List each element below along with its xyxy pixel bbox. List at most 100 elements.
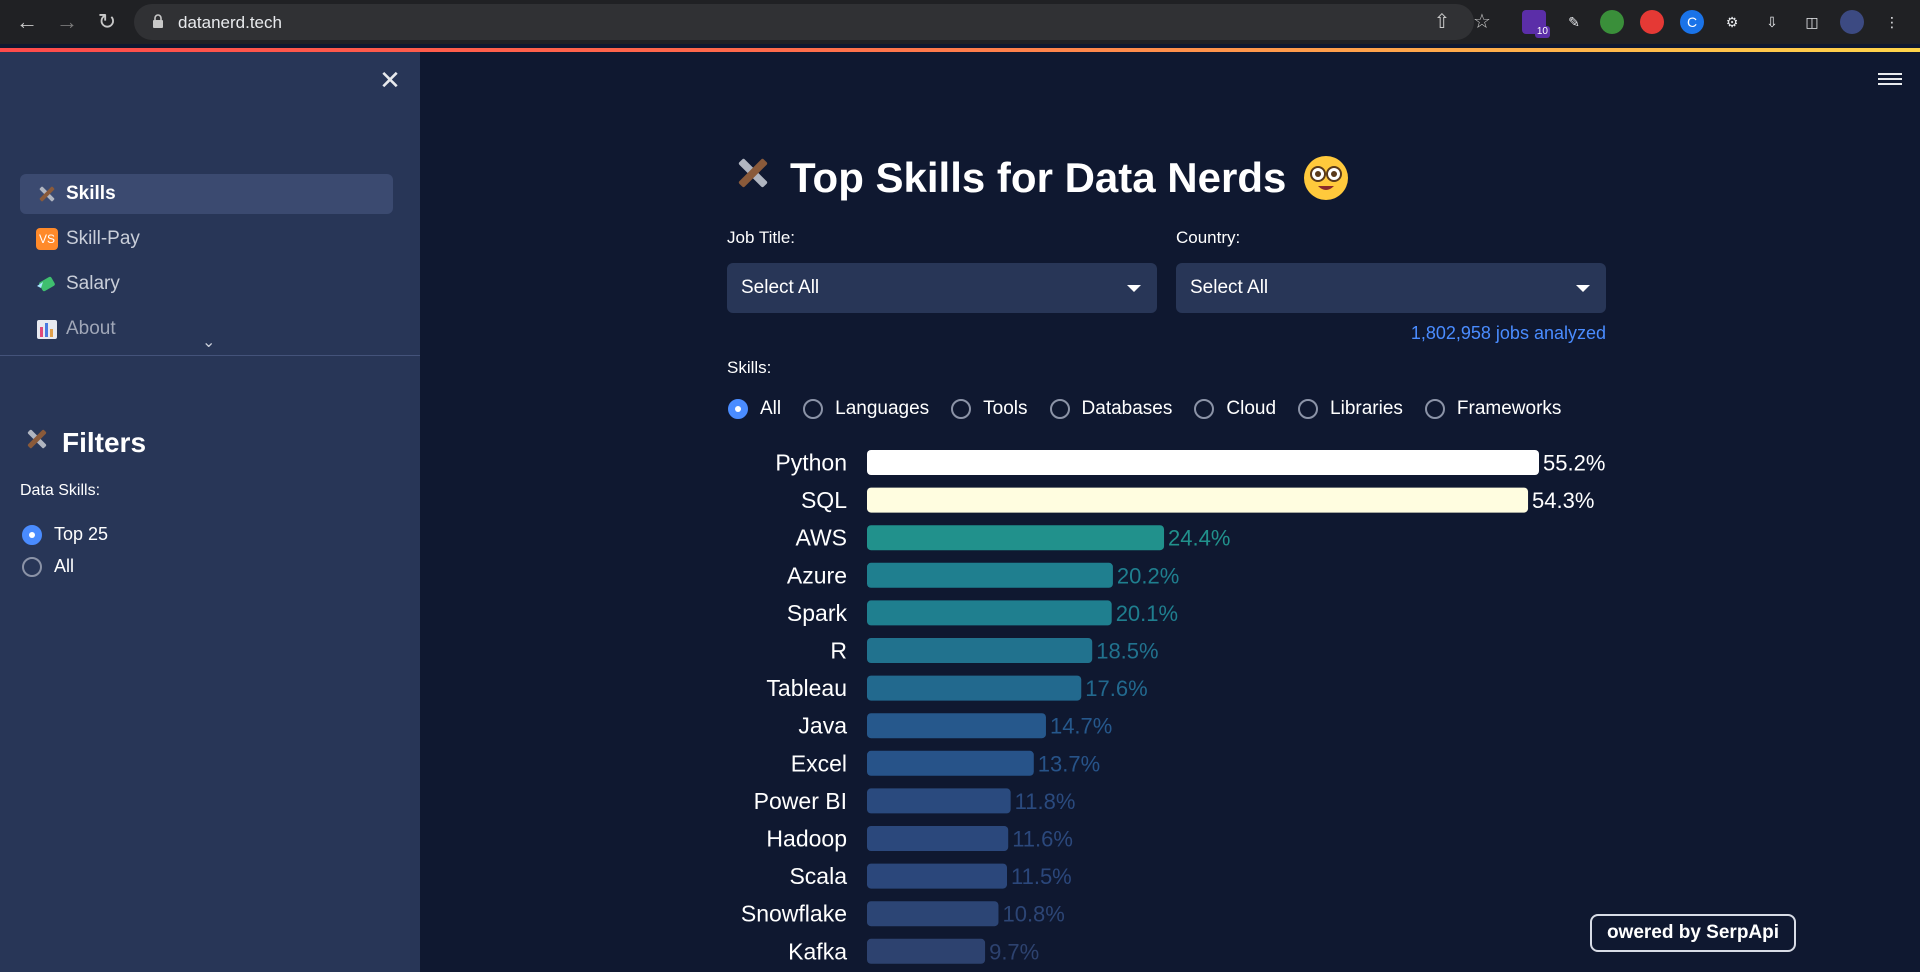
job-title-select[interactable]: Select All: [727, 263, 1157, 313]
sidebar-item-skills[interactable]: Skills: [20, 174, 393, 214]
kebab-menu-icon[interactable]: ⋮: [1880, 10, 1904, 34]
back-arrow-icon[interactable]: ←: [14, 9, 40, 35]
radio-unselected-icon[interactable]: [1049, 399, 1070, 419]
download-icon[interactable]: ⇩: [1760, 10, 1784, 34]
bar-value-label: 24.4%: [1168, 526, 1230, 551]
bar-sql[interactable]: [867, 487, 1529, 513]
sidebar-item-skill-pay[interactable]: VS Skill-Pay: [20, 219, 393, 259]
radio-unselected-icon[interactable]: [1194, 399, 1215, 419]
url-text: datanerd.tech: [178, 13, 282, 32]
bar-tableau[interactable]: [867, 675, 1082, 701]
bar-value-label: 18.5%: [1096, 639, 1158, 664]
extension-c-icon[interactable]: C: [1680, 10, 1704, 34]
bar-category-label: Kafka: [788, 938, 847, 964]
bar-power-bi[interactable]: [867, 788, 1011, 814]
radio-category-all[interactable]: All: [728, 398, 781, 420]
radio-category-databases[interactable]: Databases: [1049, 398, 1172, 420]
bar-aws[interactable]: [867, 525, 1165, 551]
bar-r[interactable]: [867, 638, 1093, 663]
bar-value-label: 14.7%: [1050, 714, 1112, 739]
bar-value-label: 54.3%: [1532, 488, 1594, 513]
bar-category-label: Scala: [789, 863, 847, 889]
bar-kafka[interactable]: [867, 938, 986, 964]
radio-category-libraries[interactable]: Libraries: [1298, 398, 1403, 420]
bar-category-label: Python: [775, 450, 847, 476]
sidebar-item-label: Salary: [66, 273, 120, 294]
eyedropper-icon[interactable]: ✎: [1562, 10, 1586, 34]
radio-unselected-icon[interactable]: [1298, 399, 1319, 419]
lock-icon: [153, 14, 163, 28]
bar-category-label: Java: [798, 713, 847, 739]
radio-unselected-icon[interactable]: [803, 399, 824, 419]
radio-selected-icon[interactable]: [22, 524, 42, 545]
radio-category-cloud[interactable]: Cloud: [1194, 398, 1276, 420]
side-panel-icon[interactable]: ◫: [1800, 10, 1824, 34]
bar-category-label: Azure: [787, 562, 847, 588]
bar-category-label: Snowflake: [741, 901, 847, 927]
bar-azure[interactable]: [867, 562, 1113, 588]
extension-globe-icon[interactable]: [1600, 10, 1624, 34]
bar-value-label: 11.6%: [1012, 827, 1073, 852]
page-title: Top Skills for Data Nerds: [730, 150, 1350, 206]
bar-python[interactable]: [867, 450, 1539, 475]
share-icon[interactable]: ⇧: [1430, 10, 1454, 34]
powered-by-serpapi-badge[interactable]: owered by SerpApi: [1590, 914, 1796, 952]
bar-chart-icon: [34, 317, 60, 341]
sidebar-item-label: Skills: [66, 183, 116, 204]
divider: [0, 355, 420, 356]
reload-icon[interactable]: ↻: [94, 9, 120, 35]
bar-category-label: Excel: [791, 750, 847, 776]
address-bar[interactable]: [134, 4, 1474, 40]
puzzle-extensions-icon[interactable]: ⚙: [1720, 10, 1744, 34]
bar-category-label: R: [830, 638, 847, 664]
radio-selected-icon[interactable]: [728, 399, 748, 419]
hammer-wrench-icon: [730, 150, 776, 206]
bar-category-label: Tableau: [766, 675, 847, 701]
bar-category-label: Hadoop: [766, 826, 847, 852]
sidebar-item-label: About: [66, 318, 116, 339]
radio-category-languages[interactable]: Languages: [803, 398, 929, 420]
radio-unselected-icon[interactable]: [1424, 399, 1445, 419]
bar-spark[interactable]: [867, 600, 1112, 626]
close-icon[interactable]: ✕: [376, 66, 404, 94]
bar-value-label: 20.2%: [1117, 563, 1179, 588]
bar-hadoop[interactable]: [867, 826, 1009, 851]
caret-down-icon: [1127, 285, 1141, 292]
skills-label: Skills:: [727, 358, 772, 377]
country-select[interactable]: Select All: [1176, 263, 1606, 313]
hammer-wrench-icon: [22, 424, 52, 461]
radio-all-skills[interactable]: All: [22, 556, 74, 577]
jobs-analyzed-count: 1,802,958 jobs analyzed: [1410, 323, 1606, 343]
data-skills-label: Data Skills:: [20, 482, 101, 499]
chevron-down-icon[interactable]: ⌄: [202, 332, 215, 352]
profile-avatar[interactable]: [1840, 10, 1864, 34]
radio-unselected-icon[interactable]: [951, 399, 972, 419]
job-title-label: Job Title:: [727, 228, 796, 247]
extension-pokeball-icon[interactable]: [1640, 10, 1664, 34]
extension-badge: 10: [1534, 26, 1550, 38]
caret-down-icon: [1576, 285, 1590, 292]
bar-category-label: AWS: [795, 525, 847, 551]
bar-java[interactable]: [867, 713, 1046, 739]
radio-category-frameworks[interactable]: Frameworks: [1424, 398, 1561, 420]
hammer-wrench-icon: [34, 182, 60, 206]
bookmark-star-icon[interactable]: ☆: [1470, 10, 1494, 34]
sidebar-item-salary[interactable]: Salary: [20, 264, 393, 304]
radio-unselected-icon[interactable]: [22, 556, 42, 577]
bar-value-label: 20.1%: [1116, 601, 1178, 626]
browser-toolbar: ← → ↻ datanerd.tech ⇧ ☆ 10 ✎ C ⚙ ⇩ ◫ ⋮: [0, 0, 1920, 44]
bar-scala[interactable]: [867, 863, 1007, 889]
extension-graduation-icon[interactable]: 10: [1522, 10, 1550, 38]
sidebar-item-label: Skill-Pay: [66, 228, 140, 249]
bar-snowflake[interactable]: [867, 901, 999, 927]
radio-top-25[interactable]: Top 25: [22, 524, 108, 545]
bar-value-label: 17.6%: [1085, 676, 1147, 701]
bar-excel[interactable]: [867, 750, 1034, 776]
forward-arrow-icon[interactable]: →: [54, 9, 80, 35]
country-label: Country:: [1176, 228, 1241, 247]
vs-badge-icon: VS: [34, 227, 60, 251]
bar-category-label: Power BI: [754, 788, 847, 814]
hamburger-menu-icon[interactable]: [1878, 70, 1902, 90]
nerd-face-icon: [1304, 156, 1349, 200]
radio-category-tools[interactable]: Tools: [951, 398, 1028, 420]
